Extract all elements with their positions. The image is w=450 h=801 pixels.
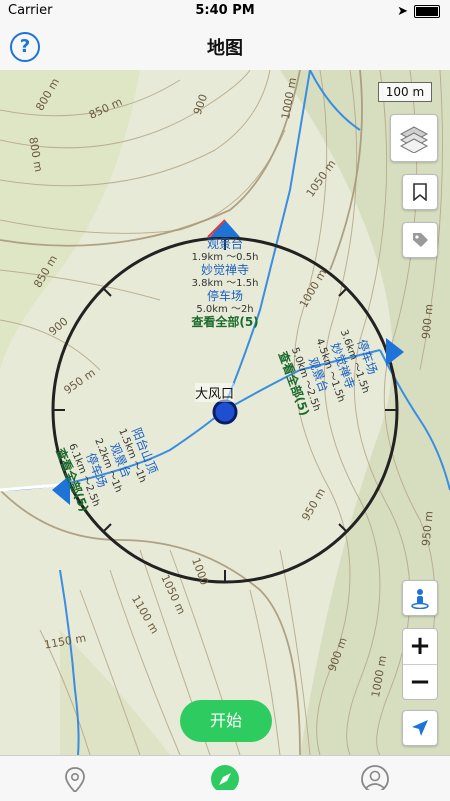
destination-name: 观景台 xyxy=(206,237,243,251)
zoom-out-button[interactable]: − xyxy=(403,665,437,700)
layers-button[interactable] xyxy=(390,114,438,162)
locate-me-button[interactable] xyxy=(402,710,438,746)
map-view[interactable]: 800 m 850 m 800 m 900 850 m 900 950 m 10… xyxy=(0,70,450,755)
tab-bar xyxy=(0,755,450,801)
person-location-button[interactable] xyxy=(402,580,438,616)
layers-icon xyxy=(399,126,429,153)
clock: 5:40 PM xyxy=(195,3,255,18)
tag-button[interactable] xyxy=(402,222,438,258)
destination-group-north[interactable]: 观景台 1.9km ～0.5h 妙觉禅寺 3.8km ～1.5h 停车场 5.0… xyxy=(180,238,270,329)
person-pin-icon xyxy=(411,589,429,609)
nav-bar: ? 地图 xyxy=(0,22,450,71)
zoom-in-button[interactable]: + xyxy=(403,629,437,665)
map-pin-icon[interactable] xyxy=(60,766,90,792)
bookmark-icon xyxy=(413,183,427,201)
location-arrow-icon: ➤ xyxy=(397,4,408,19)
start-button[interactable]: 开始 xyxy=(180,700,272,742)
tag-icon xyxy=(413,233,428,247)
map-scale: 100 m xyxy=(378,82,432,102)
page-title: 地图 xyxy=(207,38,243,59)
destination-name: 妙觉禅寺 xyxy=(200,263,249,277)
map-canvas[interactable] xyxy=(0,70,450,755)
current-location-marker[interactable] xyxy=(212,399,238,425)
bookmark-button[interactable] xyxy=(402,174,438,210)
profile-icon[interactable] xyxy=(360,764,390,790)
status-bar: Carrier 5:40 PM ➤ xyxy=(0,0,450,22)
zoom-control: + − xyxy=(402,628,438,700)
current-location-label: 大风口 xyxy=(195,383,235,402)
destination-name: 停车场 xyxy=(206,289,243,303)
battery-icon xyxy=(414,5,440,18)
compass-icon[interactable] xyxy=(210,764,240,790)
view-all-link[interactable]: 查看全部(5) xyxy=(180,316,270,329)
navigation-arrow-icon xyxy=(412,720,428,736)
